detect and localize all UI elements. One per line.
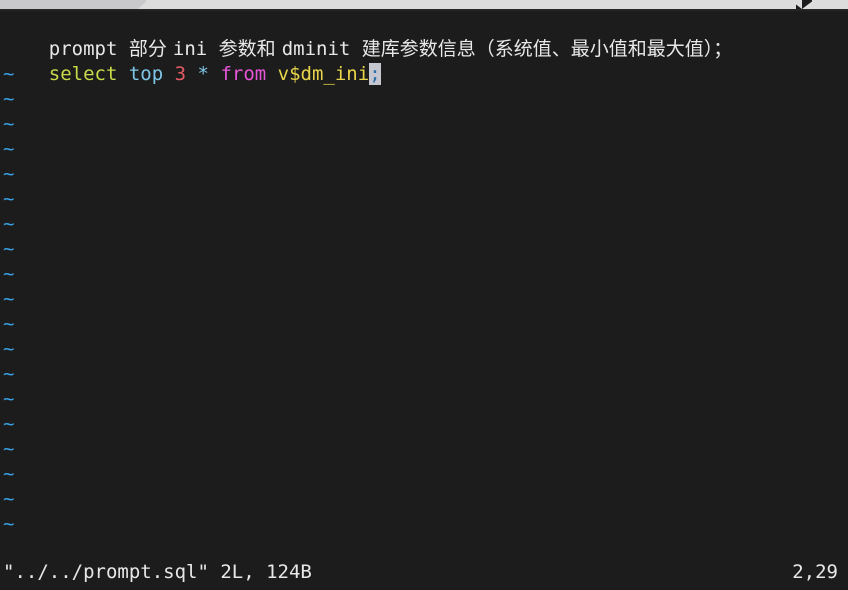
terminal-tab-active[interactable]	[146, 0, 796, 9]
editor-line-2: select top 3 * from v$dm_ini;	[3, 37, 381, 85]
vim-filler-tilde: ~	[3, 188, 15, 210]
vim-filler-tilde: ~	[3, 513, 15, 535]
vim-filler-tilde: ~	[3, 238, 15, 260]
vim-filler-tilde: ~	[3, 363, 15, 385]
sql-space-3	[186, 63, 197, 85]
terminal-tab-inactive[interactable]	[0, 0, 150, 9]
terminal-tab-strip	[0, 0, 848, 9]
vim-filler-tilde: ~	[3, 263, 15, 285]
vim-filler-tilde: ~	[3, 413, 15, 435]
vim-filler-tilde: ~	[3, 338, 15, 360]
vim-filler-column: ~ ~ ~ ~ ~ ~ ~ ~ ~ ~ ~ ~ ~ ~ ~ ~ ~ ~ ~	[3, 62, 33, 537]
vim-filler-tilde: ~	[3, 213, 15, 235]
status-cursor-position: 2,29	[792, 561, 838, 583]
vim-editor-pane[interactable]: prompt 部分 ini 参数和 dminit 建库参数信息（系统值、最小值和…	[0, 12, 848, 552]
sql-space-1	[117, 63, 128, 85]
vim-filler-tilde: ~	[3, 163, 15, 185]
sql-space-4	[209, 63, 220, 85]
sql-identifier-table: v$dm_ini	[277, 63, 370, 85]
vim-filler-tilde: ~	[3, 138, 15, 160]
vim-filler-tilde: ~	[3, 463, 15, 485]
tab-slant-mid-icon	[790, 0, 802, 9]
status-file-info: "../../prompt.sql" 2L, 124B	[3, 561, 312, 583]
sql-keyword-from: from	[220, 63, 267, 85]
vim-filler-tilde: ~	[3, 488, 15, 510]
text-cursor: ;	[369, 63, 381, 85]
line1-token-cjk-3: 建库参数信息（系统值、最小值和最大值）；	[361, 38, 733, 60]
sql-keyword-select: select	[48, 63, 118, 85]
vim-filler-tilde: ~	[3, 63, 15, 85]
vim-status-line: "../../prompt.sql" 2L, 124B 2,29	[0, 558, 848, 586]
editor-line-1: prompt 部分 ini 参数和 dminit 建库参数信息（系统值、最小值和…	[3, 12, 733, 60]
sql-keyword-top: top	[128, 63, 164, 85]
vim-filler-tilde: ~	[3, 288, 15, 310]
vim-filler-tilde: ~	[3, 88, 15, 110]
sql-space-5	[266, 63, 277, 85]
vim-filler-tilde: ~	[3, 113, 15, 135]
terminal-tab-next[interactable]	[812, 0, 848, 9]
vim-filler-tilde: ~	[3, 388, 15, 410]
sql-number-3: 3	[174, 63, 187, 85]
sql-operator-star: *	[197, 63, 209, 85]
vim-filler-tilde: ~	[3, 313, 15, 335]
sql-space-2	[163, 63, 174, 85]
vim-filler-tilde: ~	[3, 438, 15, 460]
